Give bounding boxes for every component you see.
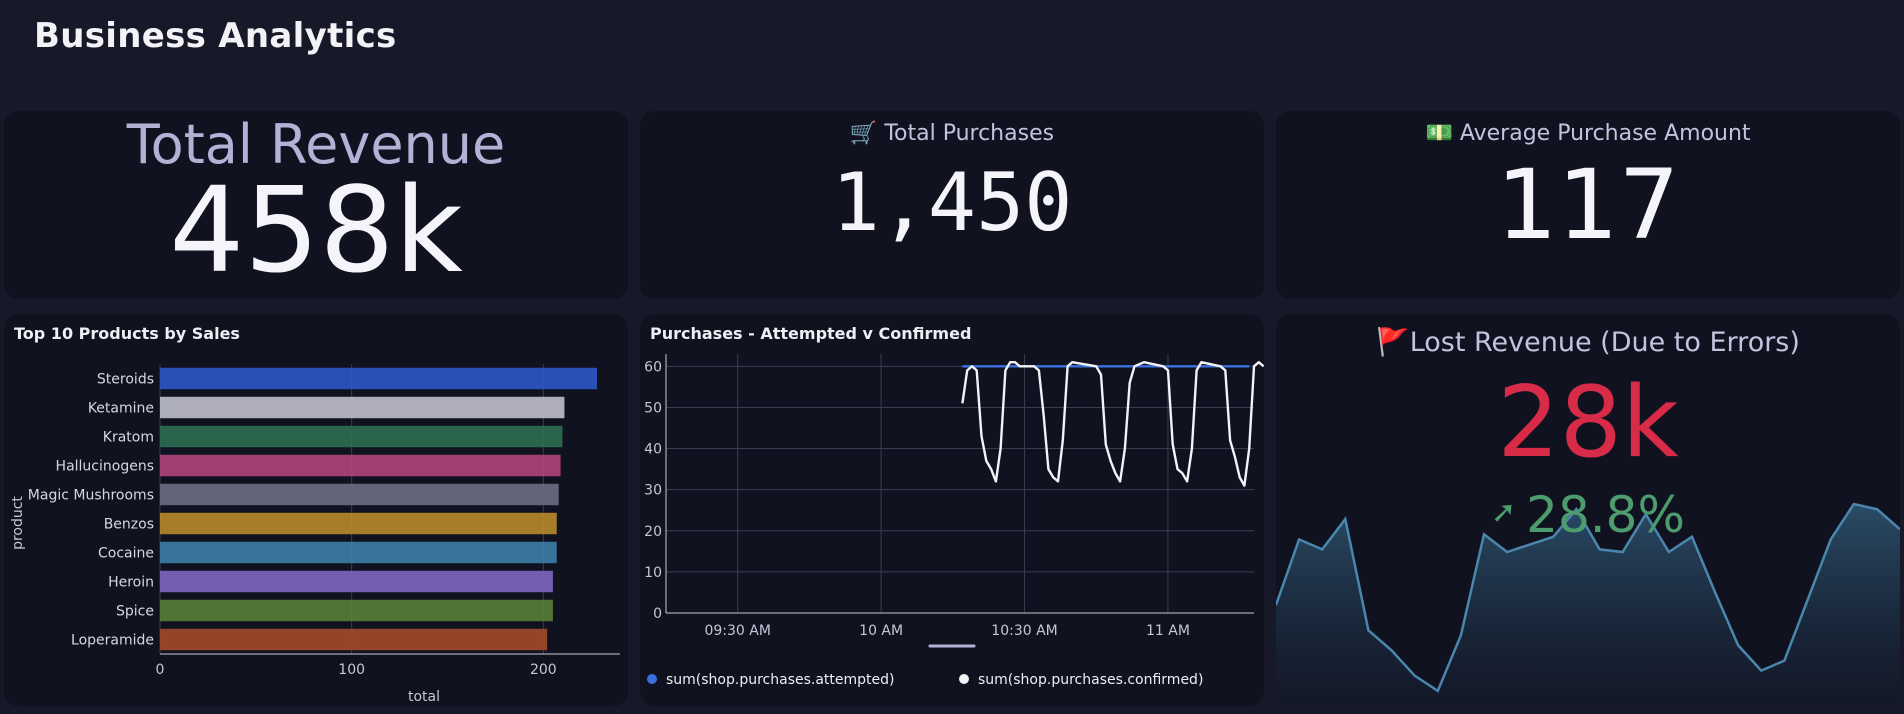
y-tick-label: Steroids xyxy=(97,372,154,388)
x-tick-label: 11 AM xyxy=(1146,623,1190,639)
series-line-1[interactable] xyxy=(961,361,1264,487)
bar-magic-mushrooms[interactable] xyxy=(160,483,559,506)
x-tick-label: 10:30 AM xyxy=(991,623,1057,639)
bar-ketamine[interactable] xyxy=(160,396,565,419)
y-tick-label: 40 xyxy=(644,442,662,458)
x-tick-label: 10 AM xyxy=(859,623,903,639)
lost-revenue-delta: ➚ 28.8% xyxy=(1276,490,1900,540)
y-axis-label: product xyxy=(10,496,26,550)
x-tick-label: 09:30 AM xyxy=(704,623,770,639)
red-flag-icon: 🚩 xyxy=(1376,327,1410,358)
page-title: Business Analytics xyxy=(34,16,397,56)
average-purchase-title: 💵 Average Purchase Amount xyxy=(1276,121,1900,146)
y-tick-label: 0 xyxy=(653,606,662,622)
x-tick-label: 200 xyxy=(530,662,557,678)
total-purchases-value: 1,450 xyxy=(831,156,1073,249)
lost-revenue-label: Lost Revenue (Due to Errors) xyxy=(1409,327,1800,358)
y-tick-label: Benzos xyxy=(104,517,154,533)
lost-revenue-panel[interactable]: 🚩Lost Revenue (Due to Errors) 28k ➚ 28.8% xyxy=(1276,314,1900,706)
bar-benzos[interactable] xyxy=(160,512,557,535)
bar-loperamide[interactable] xyxy=(160,628,548,651)
y-tick-label: Cocaine xyxy=(98,546,154,562)
x-axis-label: total xyxy=(408,689,440,705)
y-tick-label: 10 xyxy=(644,565,662,581)
lost-revenue-delta-value: 28.8% xyxy=(1526,486,1685,544)
y-tick-label: Ketamine xyxy=(88,401,154,417)
bar-heroin[interactable] xyxy=(160,570,553,593)
lost-revenue-value: 28k xyxy=(1497,366,1679,480)
purchases-line-panel[interactable]: Purchases - Attempted v Confirmed 0 10 20 3… xyxy=(640,314,1264,706)
y-tick-label: 20 xyxy=(644,524,662,540)
y-tick-label: 50 xyxy=(644,400,662,416)
arrow-up-right-icon: ➚ xyxy=(1491,495,1517,530)
y-tick-label: 30 xyxy=(644,483,662,499)
legend-marker xyxy=(959,674,969,684)
y-tick-label: Spice xyxy=(116,604,154,620)
y-tick-label: 60 xyxy=(644,359,662,375)
average-purchase-panel[interactable]: 💵 Average Purchase Amount 117 xyxy=(1276,111,1900,299)
total-revenue-value: 458k xyxy=(169,161,463,299)
purchases-line-chart[interactable]: 0 10 20 30 40 50 60 09:30 AM 10 AM 10:30 AM 11 AM s… xyxy=(640,314,1264,706)
legend-label[interactable]: sum(shop.purchases.attempted) xyxy=(666,672,895,688)
total-purchases-title: 🛒 Total Purchases xyxy=(640,121,1264,146)
average-purchase-value: 117 xyxy=(1496,149,1680,261)
top-products-bar-chart[interactable]: 0 100 200 Steroids Ketamine Kratom Hallucinoge… xyxy=(4,314,628,706)
lost-revenue-title: 🚩Lost Revenue (Due to Errors) xyxy=(1276,326,1900,358)
total-purchases-label: Total Purchases xyxy=(884,121,1055,146)
bar-spice[interactable] xyxy=(160,599,553,622)
bar-cocaine[interactable] xyxy=(160,541,557,564)
y-tick-label: Kratom xyxy=(103,430,154,446)
bar-kratom[interactable] xyxy=(160,425,563,448)
x-tick-label: 100 xyxy=(338,662,365,678)
top-products-panel[interactable]: Top 10 Products by Sales 0 100 200 Steroids… xyxy=(4,314,628,706)
y-tick-label: Heroin xyxy=(108,575,154,591)
y-tick-label: Hallucinogens xyxy=(56,459,154,475)
x-tick-label: 0 xyxy=(156,662,165,678)
money-icon: 💵 xyxy=(1425,121,1453,146)
total-revenue-panel[interactable]: Total Revenue 458k xyxy=(4,111,628,299)
average-purchase-label: Average Purchase Amount xyxy=(1459,121,1751,146)
legend-label[interactable]: sum(shop.purchases.confirmed) xyxy=(978,672,1203,688)
y-tick-label: Loperamide xyxy=(71,633,154,649)
total-purchases-panel[interactable]: 🛒 Total Purchases 1,450 xyxy=(640,111,1264,299)
legend-marker xyxy=(647,674,657,684)
bar-hallucinogens[interactable] xyxy=(160,454,561,477)
bar-steroids[interactable] xyxy=(160,367,597,390)
y-tick-label: Magic Mushrooms xyxy=(28,488,154,504)
shopping-cart-icon: 🛒 xyxy=(849,121,878,146)
